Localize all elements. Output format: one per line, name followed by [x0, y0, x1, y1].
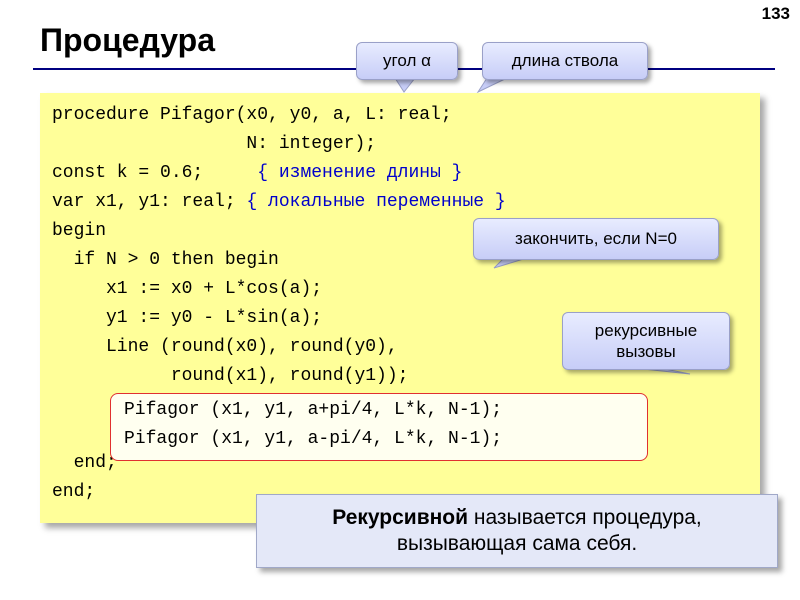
- page-title: Процедура: [40, 22, 215, 58]
- code-line-7: x1 := x0 + L*cos(a);: [52, 279, 323, 299]
- code-line-3: const k = 0.6;: [52, 163, 204, 183]
- slide-number: 133: [761, 4, 790, 23]
- callout-angle: угол α: [356, 42, 458, 80]
- code-line-6: if N > 0 then begin: [52, 250, 279, 270]
- code-line-9: Line (round(x0), round(y0),: [52, 337, 398, 357]
- code-line-end-if: end;: [52, 453, 117, 473]
- code-line-10: round(x1), round(y1));: [52, 366, 409, 386]
- recursive-calls-code: Pifagor (x1, y1, a+pi/4, L*k, N-1); Pifa…: [124, 396, 502, 454]
- code-comment-k: { изменение длины }: [257, 163, 463, 183]
- definition-rest: называется процедура,: [468, 506, 702, 529]
- recursive-call-1: Pifagor (x1, y1, a+pi/4, L*k, N-1);: [124, 400, 503, 420]
- callout-recursive-line-1: рекурсивные: [594, 321, 698, 340]
- code-line-4: var x1, y1: real;: [52, 192, 236, 212]
- recursive-call-2: Pifagor (x1, y1, a-pi/4, L*k, N-1);: [124, 429, 503, 449]
- callout-pointer-angle: [394, 77, 417, 93]
- callout-length-text: длина ствола: [511, 51, 619, 70]
- code-line-2: N: integer);: [52, 134, 377, 154]
- callout-length: длина ствола: [482, 42, 648, 80]
- code-line-1: procedure Pifagor(x0, y0, a, L: real;: [52, 105, 452, 125]
- callout-recursive-text: рекурсивные вызовы: [595, 320, 697, 362]
- callout-recursive-line-2: вызовы: [616, 342, 676, 361]
- code-comment-vars: { локальные переменные }: [246, 192, 506, 212]
- code-line-8: y1 := y0 - L*sin(a);: [52, 308, 323, 328]
- definition-term: Рекурсивной: [332, 506, 469, 529]
- code-line-5: begin: [52, 221, 107, 241]
- callout-pointer-length: [476, 77, 508, 94]
- callout-stop-condition: закончить, если N=0: [473, 218, 719, 260]
- callout-angle-text: угол α: [383, 51, 431, 70]
- definition-line-2: вызывающая сама себя.: [396, 532, 638, 555]
- code-line-end: end;: [52, 482, 96, 502]
- callout-recursive-calls: рекурсивные вызовы: [562, 312, 730, 370]
- definition-box: Рекурсивной называется процедура, вызыва…: [256, 494, 778, 568]
- callout-stop-text: закончить, если N=0: [515, 229, 677, 248]
- definition-line-1: Рекурсивной называется процедура,: [332, 505, 702, 531]
